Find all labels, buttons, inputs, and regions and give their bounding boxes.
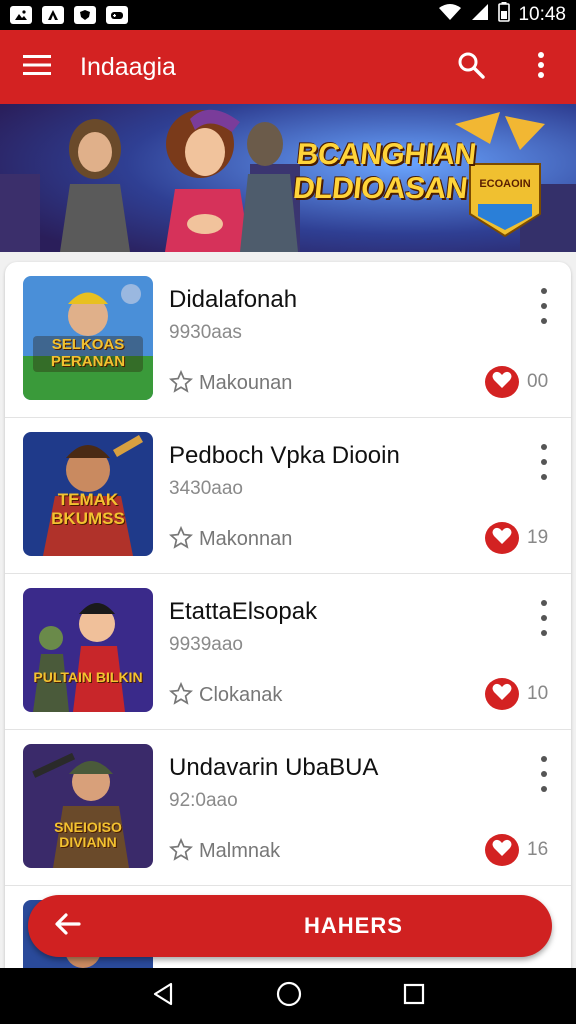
list-item[interactable]: SNEIOISO DIVIANN Undavarin UbaBUA 92:0aa… [5,730,571,886]
item-tag: Makonnan [199,528,293,550]
dot [541,288,547,294]
heart-icon [492,527,512,550]
battery-icon [498,2,511,28]
star-icon[interactable] [168,369,194,394]
star-icon[interactable] [168,681,194,706]
item-tag: Malmnak [199,840,281,862]
thumbnail-caption: SNEIOISO DIVIANN [54,819,122,850]
game-thumbnail: TEMAK BKUMSS [23,432,153,556]
signal-icon [470,3,490,27]
item-subtitle: 9930aas [169,322,242,343]
item-title: Pedboch Vpka Diooin [169,442,400,469]
search-icon [457,51,485,84]
dot [541,318,547,324]
item-more-button[interactable] [529,444,559,480]
item-tag: Clokanak [199,684,283,706]
banner-badge-text: ECOAOIN [479,178,531,190]
nav-home-icon[interactable] [276,981,302,1012]
list-item[interactable]: TEMAK BKUMSS Pedboch Vpka Diooin 3430aao… [5,418,571,574]
heart-icon [492,683,512,706]
status-bar: 10:48 [0,0,576,30]
game-list: SELKOAS PERANAN Didalafonah 9930aas Mako… [5,262,571,982]
star-icon[interactable] [168,837,194,862]
status-notification-icons [10,6,128,24]
system-nav-bar [0,968,576,1024]
dot [541,615,547,621]
hamburger-menu-icon [23,54,51,81]
favorite-button[interactable] [485,834,519,866]
favorite-button[interactable] [485,522,519,554]
item-more-button[interactable] [529,600,559,636]
favorite-count: 00 [527,371,549,392]
dot [541,474,547,480]
arrow-left-icon [55,912,81,940]
game-thumbnail: SELKOAS PERANAN [23,276,153,400]
heart-icon [492,371,512,394]
status-time: 10:48 [518,4,566,25]
app-icon [42,6,64,24]
dot [541,771,547,777]
image-icon [10,6,32,24]
thumbnail-caption: PULTAIN BILKIN [33,669,143,685]
list-item[interactable]: PULTAIN BILKIN EtattaElsopak 9939aao Clo… [5,574,571,730]
back-button[interactable] [28,895,108,957]
nav-back-icon[interactable] [151,982,175,1011]
app-title: Indaagia [80,52,176,81]
menu-button[interactable] [0,30,74,104]
item-subtitle: 9939aao [169,634,243,655]
item-more-button[interactable] [529,756,559,792]
favorite-count: 19 [527,527,549,548]
dot [541,459,547,465]
game-icon [106,6,128,24]
item-more-button[interactable] [529,288,559,324]
item-subtitle: 92:0aao [169,790,238,811]
game-thumbnail: SNEIOISO DIVIANN [23,744,153,868]
bottom-action-label: HAHERS [304,913,403,938]
dot [541,444,547,450]
bottom-action-bar[interactable]: HAHERS [28,895,552,957]
heart-icon [492,839,512,862]
favorite-button[interactable] [485,678,519,710]
star-icon[interactable] [168,525,194,550]
item-title: Undavarin UbaBUA [169,754,379,781]
dot [541,600,547,606]
banner-title: BCANGHIAN DLDIOASAN [291,138,478,206]
nav-recents-icon[interactable] [403,983,425,1010]
favorite-count: 16 [527,839,549,860]
favorite-button[interactable] [485,366,519,398]
more-options-button[interactable] [506,30,576,104]
item-title: EtattaElsopak [169,598,318,625]
banner-title-line1: BCANGHIAN [295,138,478,171]
thumbnail-caption: SELKOAS PERANAN [50,336,126,370]
promo-banner[interactable]: BCANGHIAN DLDIOASAN ECOAOIN [0,104,576,252]
item-subtitle: 3430aao [169,478,243,499]
wifi-icon [438,3,462,27]
dot [541,786,547,792]
banner-title-line2: DLDIOASAN [291,172,469,205]
thumbnail-caption: TEMAK BKUMSS [51,490,125,528]
favorite-count: 10 [527,683,549,704]
dot [541,756,547,762]
game-thumbnail: PULTAIN BILKIN [23,588,153,712]
list-item[interactable]: SELKOAS PERANAN Didalafonah 9930aas Mako… [5,262,571,418]
shield-icon [74,6,96,24]
search-button[interactable] [436,30,506,104]
item-title: Didalafonah [169,286,298,313]
dot [541,303,547,309]
more-vertical-icon [537,51,545,83]
app-bar: Indaagia [0,30,576,104]
status-system-icons: 10:48 [438,2,566,28]
item-tag: Makounan [199,372,293,394]
dot [541,630,547,636]
